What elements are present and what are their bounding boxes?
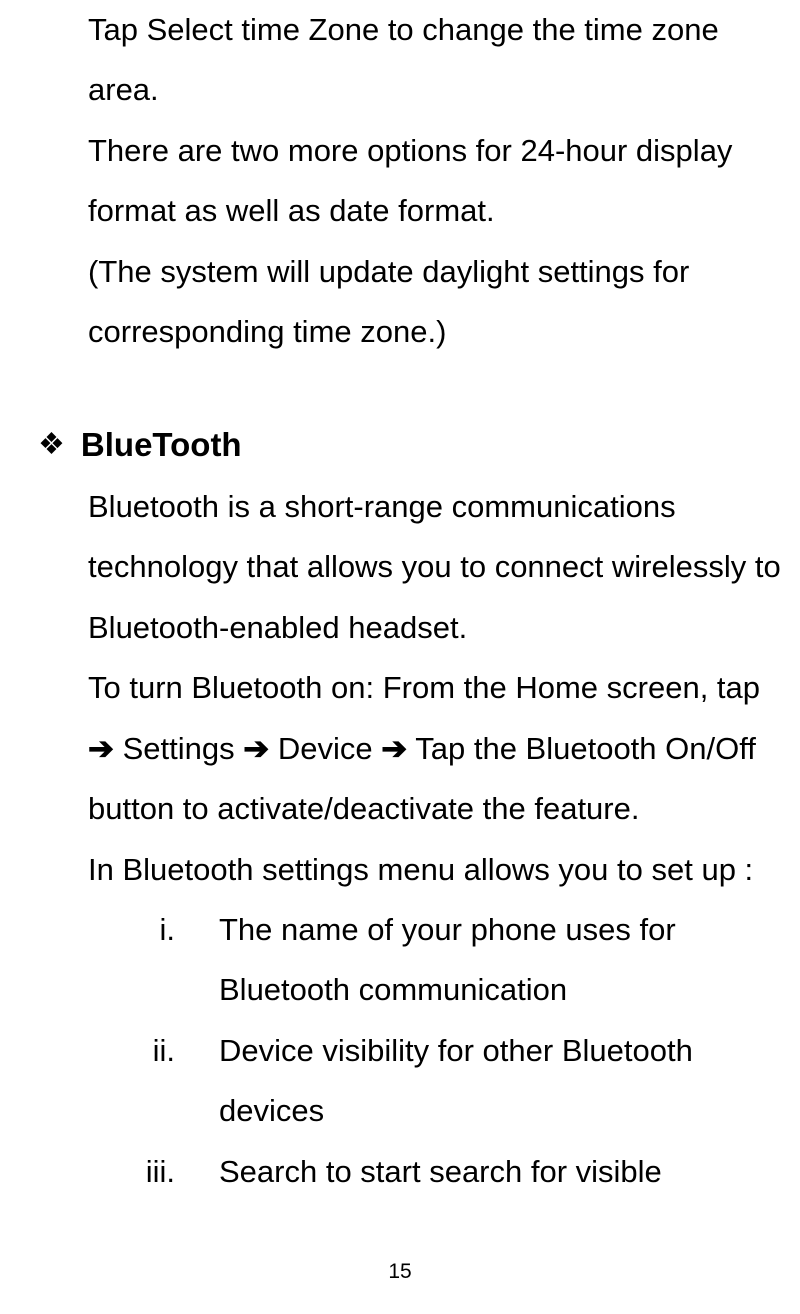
paragraph-timezone-select: Tap Select time Zone to change the time … [88, 0, 790, 121]
paragraph-bluetooth-intro: Bluetooth is a short-range communication… [88, 477, 790, 658]
turnon-seg1: Settings [114, 731, 243, 766]
ordered-list: i. The name of your phone uses for Bluet… [88, 900, 790, 1202]
arrow-icon: ➔ [88, 731, 114, 766]
diamond-bullet-icon: ❖ [38, 430, 65, 460]
paragraph-bluetooth-setup: In Bluetooth settings menu allows you to… [88, 840, 790, 900]
list-number: i. [90, 900, 219, 1021]
document-page: Tap Select time Zone to change the time … [0, 0, 800, 1202]
arrow-icon: ➔ [381, 731, 407, 766]
list-text: Device visibility for other Bluetooth de… [219, 1021, 790, 1142]
list-item: i. The name of your phone uses for Bluet… [90, 900, 790, 1021]
list-item: ii. Device visibility for other Bluetoot… [90, 1021, 790, 1142]
paragraph-24hour-format: There are two more options for 24-hour d… [88, 121, 790, 242]
turnon-seg2: Device [269, 731, 381, 766]
heading-row: ❖ BlueTooth [38, 413, 790, 477]
list-text: The name of your phone uses for Bluetoot… [219, 900, 790, 1021]
section-spacer [88, 363, 790, 413]
list-item: iii. Search to start search for visible [90, 1142, 790, 1202]
list-text: Search to start search for visible [219, 1142, 790, 1202]
paragraph-daylight-note: (The system will update daylight setting… [88, 242, 790, 363]
arrow-icon: ➔ [243, 731, 269, 766]
page-number: 15 [0, 1260, 800, 1284]
list-number: iii. [90, 1142, 219, 1202]
bluetooth-heading: BlueTooth [81, 413, 242, 477]
list-number: ii. [90, 1021, 219, 1142]
turnon-prefix: To turn Bluetooth on: From the Home scre… [88, 670, 760, 705]
paragraph-bluetooth-turnon: To turn Bluetooth on: From the Home scre… [88, 658, 790, 839]
